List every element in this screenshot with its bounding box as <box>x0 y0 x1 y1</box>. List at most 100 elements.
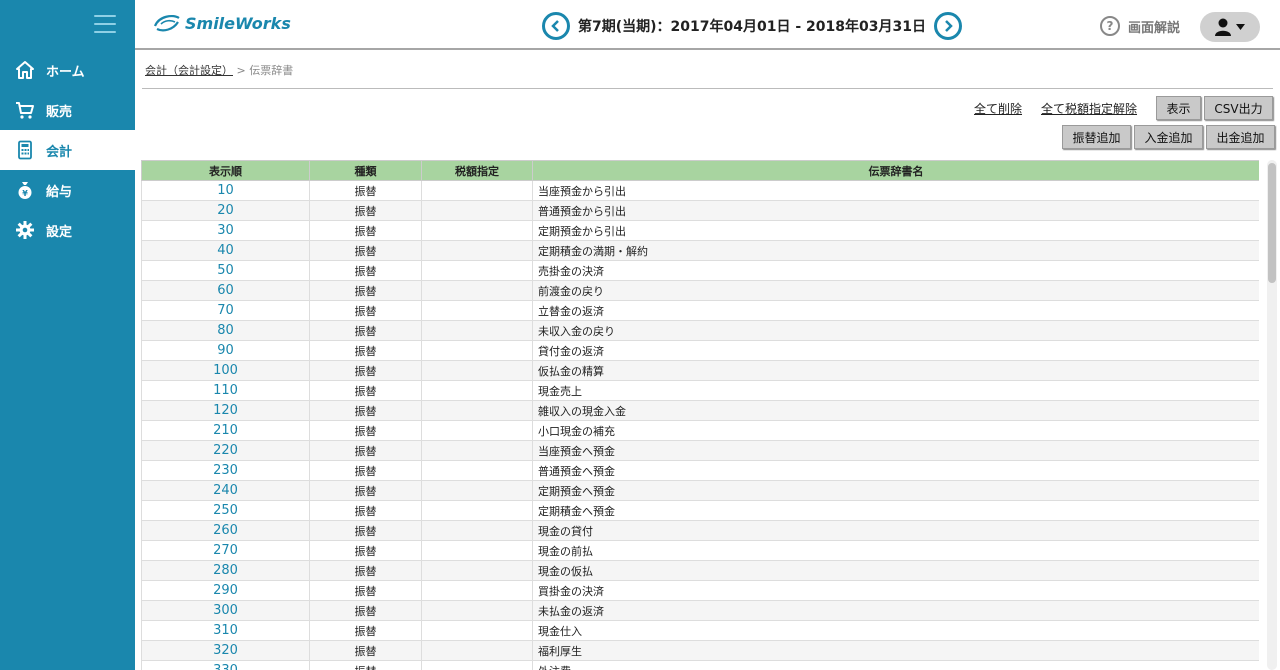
header: SmileWorks 第7期(当期)：2017年04月01日 - 2018年03… <box>135 0 1280 50</box>
scrollbar-thumb[interactable] <box>1268 163 1276 283</box>
cell-order[interactable]: 10 <box>141 180 310 201</box>
table-row[interactable]: 250 振替 定期積金へ預金 <box>141 500 1259 521</box>
logo[interactable]: SmileWorks <box>153 12 291 34</box>
cell-order[interactable]: 300 <box>141 600 310 621</box>
breadcrumb-link-accounting-settings[interactable]: 会計（会計設定） <box>145 64 233 77</box>
cell-type: 振替 <box>309 600 422 621</box>
cell-order[interactable]: 260 <box>141 520 310 541</box>
cell-tax <box>421 440 533 461</box>
table-row[interactable]: 330振替 外注費 <box>141 660 1259 670</box>
table-row[interactable]: 320 振替 福利厚生 <box>141 640 1259 661</box>
table-row[interactable]: 20 振替 普通預金から引出 <box>141 200 1259 221</box>
cell-order[interactable]: 230 <box>141 460 310 481</box>
sidebar-item-settings[interactable]: 設定 <box>0 210 135 250</box>
table-row[interactable]: 310 振替 現金仕入 <box>141 620 1259 641</box>
table-row[interactable]: 10 振替 当座預金から引出 <box>141 180 1259 201</box>
calculator-icon <box>14 139 36 161</box>
csv-export-button[interactable]: CSV出力 <box>1204 96 1273 120</box>
cell-tax <box>421 500 533 521</box>
table-row[interactable]: 40 振替 定期積金の満期・解約 <box>141 240 1259 261</box>
table-row[interactable]: 70 振替 立替金の返済 <box>141 300 1259 321</box>
breadcrumb-separator: > <box>236 64 246 77</box>
table-row[interactable]: 230 振替 普通預金へ預金 <box>141 460 1259 481</box>
table-row[interactable]: 280 振替 現金の仮払 <box>141 560 1259 581</box>
sidebar-item-accounting[interactable]: 会計 <box>0 130 135 170</box>
table-row[interactable]: 240 振替 定期預金へ預金 <box>141 480 1259 501</box>
table-row[interactable]: 120 振替 雑収入の現金入金 <box>141 400 1259 421</box>
table-row[interactable]: 290 振替 買掛金の決済 <box>141 580 1259 601</box>
table-row[interactable]: 80 振替 未収入金の戻り <box>141 320 1259 341</box>
table-row[interactable]: 110 振替 現金売上 <box>141 380 1259 401</box>
sidebar-item-label: 販売 <box>46 104 73 120</box>
cell-order[interactable]: 320 <box>141 640 310 661</box>
cell-order[interactable]: 310 <box>141 620 310 641</box>
cell-order[interactable]: 80 <box>141 320 310 341</box>
cell-order[interactable]: 110 <box>141 380 310 401</box>
table-row[interactable]: 100 振替 仮払金の精算 <box>141 360 1259 381</box>
cell-order[interactable]: 60 <box>141 280 310 301</box>
cell-order[interactable]: 240 <box>141 480 310 501</box>
cell-order[interactable]: 90 <box>141 340 310 361</box>
add-withdrawal-button[interactable]: 出金追加 <box>1206 125 1275 149</box>
cell-type: 振替 <box>309 460 422 481</box>
cell-order[interactable]: 70 <box>141 300 310 321</box>
add-deposit-button[interactable]: 入金追加 <box>1134 125 1203 149</box>
column-header-type[interactable]: 種類 <box>309 160 422 181</box>
next-period-button[interactable] <box>933 12 962 40</box>
cell-order[interactable]: 280 <box>141 560 310 581</box>
table-row[interactable]: 50 振替 売掛金の決済 <box>141 260 1259 281</box>
cell-order[interactable]: 20 <box>141 200 310 221</box>
cell-order[interactable]: 330 <box>141 660 310 670</box>
user-icon <box>1215 18 1245 36</box>
clear-all-tax-link[interactable]: 全て税額指定解除 <box>1041 100 1137 117</box>
table-row[interactable]: 210 振替 小口現金の補充 <box>141 420 1259 441</box>
cell-order[interactable]: 50 <box>141 260 310 281</box>
cell-name: 未収入金の戻り <box>532 320 1259 341</box>
sidebar-item-label: 給与 <box>46 184 73 200</box>
cell-order[interactable]: 40 <box>141 240 310 261</box>
table-row[interactable]: 30 振替 定期預金から引出 <box>141 220 1259 241</box>
table-row[interactable]: 90 振替 貸付金の返済 <box>141 340 1259 361</box>
cell-order[interactable]: 290 <box>141 580 310 601</box>
sidebar-item-sales[interactable]: 販売 <box>0 90 135 130</box>
cell-type: 振替 <box>309 380 422 401</box>
cell-type: 振替 <box>309 340 422 361</box>
help-button[interactable]: ? 画面解説 <box>1100 16 1180 36</box>
cell-order[interactable]: 120 <box>141 400 310 421</box>
add-transfer-button[interactable]: 振替追加 <box>1062 125 1131 149</box>
cell-tax <box>421 600 533 621</box>
cart-icon <box>14 99 36 121</box>
cell-tax <box>421 520 533 541</box>
cell-name: 定期積金へ預金 <box>532 500 1259 521</box>
cell-tax <box>421 380 533 401</box>
cell-order[interactable]: 250 <box>141 500 310 521</box>
column-header-tax[interactable]: 税額指定 <box>421 160 533 181</box>
column-header-name[interactable]: 伝票辞書名 <box>532 160 1259 181</box>
user-menu-button[interactable] <box>1200 12 1260 42</box>
cell-name: 小口現金の補充 <box>532 420 1259 441</box>
cell-type: 振替 <box>309 640 422 661</box>
hamburger-menu-icon[interactable] <box>94 15 116 33</box>
cell-order[interactable]: 30 <box>141 220 310 241</box>
table-row[interactable]: 60 振替 前渡金の戻り <box>141 280 1259 301</box>
cell-order[interactable]: 270 <box>141 540 310 561</box>
cell-type: 振替 <box>309 500 422 521</box>
cell-tax <box>421 540 533 561</box>
table-row[interactable]: 300 振替 未払金の返済 <box>141 600 1259 621</box>
cell-tax <box>421 340 533 361</box>
delete-all-link[interactable]: 全て削除 <box>974 100 1022 117</box>
cell-order[interactable]: 210 <box>141 420 310 441</box>
sidebar-item-payroll[interactable]: ¥ 給与 <box>0 170 135 210</box>
column-header-order[interactable]: 表示順 <box>141 160 310 181</box>
breadcrumb-divider <box>142 88 1273 89</box>
display-button[interactable]: 表示 <box>1156 96 1201 120</box>
table-row[interactable]: 220 振替 当座預金へ預金 <box>141 440 1259 461</box>
table-row[interactable]: 260 振替 現金の貸付 <box>141 520 1259 541</box>
cell-order[interactable]: 100 <box>141 360 310 381</box>
table-row[interactable]: 270 振替 現金の前払 <box>141 540 1259 561</box>
sidebar-item-home[interactable]: ホーム <box>0 50 135 90</box>
sidebar-item-label: 会計 <box>46 144 73 160</box>
cell-order[interactable]: 220 <box>141 440 310 461</box>
sidebar-nav: ホーム 販売 会計 ¥ 給与 設定 <box>0 50 135 250</box>
previous-period-button[interactable] <box>542 12 570 40</box>
